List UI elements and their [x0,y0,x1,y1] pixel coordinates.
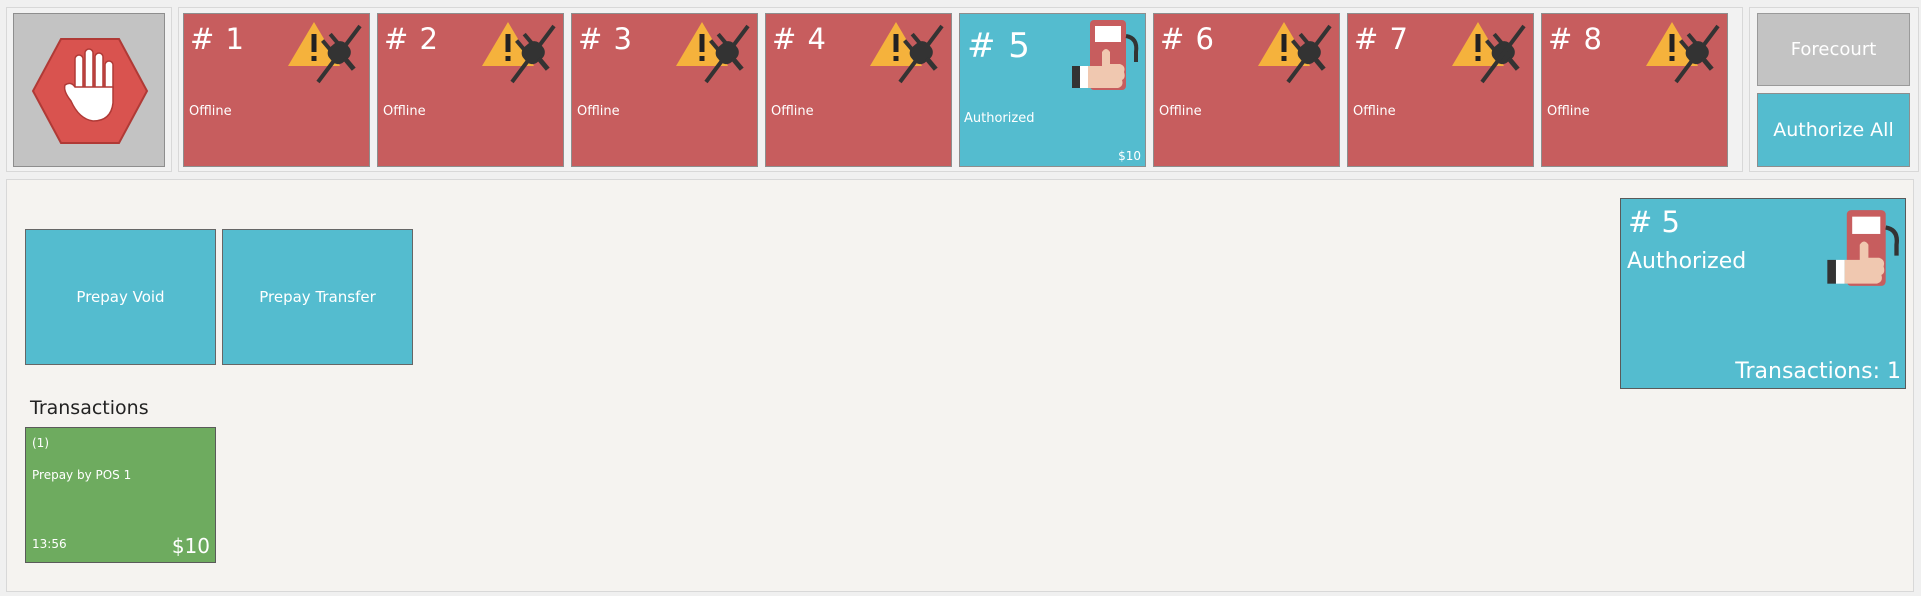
transaction-time: 13:56 [32,537,67,551]
fuel-pump-thumbs-up-icon [1823,202,1903,298]
pump-number: # 6 [1160,22,1215,56]
offline-warning-plug-icon [1254,16,1336,92]
pump-number: # 8 [1548,22,1603,56]
pump-6-button[interactable]: # 6 Offline [1153,13,1340,167]
emergency-stop-button[interactable] [13,13,165,167]
forecourt-button[interactable]: Forecourt [1757,13,1910,86]
pump-number: # 4 [772,22,827,56]
prepay-void-button[interactable]: Prepay Void [25,229,216,365]
offline-warning-plug-icon [478,16,560,92]
pump-status: Offline [189,104,232,119]
pump-number: # 5 [967,26,1031,66]
pump-status: Offline [383,104,426,119]
stop-hand-icon [31,38,149,144]
pump-status: Offline [1159,104,1202,119]
pump-8-button[interactable]: # 8 Offline [1541,13,1728,167]
pump-amount: $10 [1118,149,1141,163]
pump-number: # 1 [190,22,245,56]
offline-warning-plug-icon [866,16,948,92]
selected-pump-transaction-count: Transactions: 1 [1735,359,1901,384]
transaction-card[interactable]: (1) Prepay by POS 1 13:56 $10 [25,427,216,563]
pump-2-button[interactable]: # 2 Offline [377,13,564,167]
pump-number: # 7 [1354,22,1409,56]
pump-number: # 2 [384,22,439,56]
pump-status: Offline [1547,104,1590,119]
fuel-pump-thumbs-up-icon [1068,16,1142,98]
transaction-amount: $10 [171,534,210,558]
transactions-heading: Transactions [30,397,149,419]
selected-pump-card[interactable]: # 5 Authorized Transactions: 1 [1620,198,1906,389]
pump-3-button[interactable]: # 3 Offline [571,13,758,167]
transaction-description: Prepay by POS 1 [32,468,132,482]
selected-pump-number: # 5 [1628,205,1680,239]
transaction-id: (1) [32,436,49,450]
pump-1-button[interactable]: # 1 Offline [183,13,370,167]
pump-number: # 3 [578,22,633,56]
pump-status: Offline [771,104,814,119]
offline-warning-plug-icon [1642,16,1724,92]
authorize-all-button[interactable]: Authorize All [1757,93,1910,167]
offline-warning-plug-icon [284,16,366,92]
pump-5-button[interactable]: # 5 Authorized $10 [959,13,1146,167]
stop-panel [6,7,172,172]
offline-warning-plug-icon [672,16,754,92]
offline-warning-plug-icon [1448,16,1530,92]
pumps-panel: # 1 Offline # 2 Offline # 3 Offline # 4 … [178,7,1743,172]
pump-status: Authorized [964,111,1035,126]
forecourt-controls-panel: Forecourt Authorize All [1749,7,1919,172]
selected-pump-status: Authorized [1627,249,1747,274]
pump-detail-panel: Prepay Void Prepay Transfer Transactions… [6,179,1914,592]
pump-4-button[interactable]: # 4 Offline [765,13,952,167]
pump-7-button[interactable]: # 7 Offline [1347,13,1534,167]
pump-status: Offline [1353,104,1396,119]
pump-status: Offline [577,104,620,119]
prepay-transfer-button[interactable]: Prepay Transfer [222,229,413,365]
